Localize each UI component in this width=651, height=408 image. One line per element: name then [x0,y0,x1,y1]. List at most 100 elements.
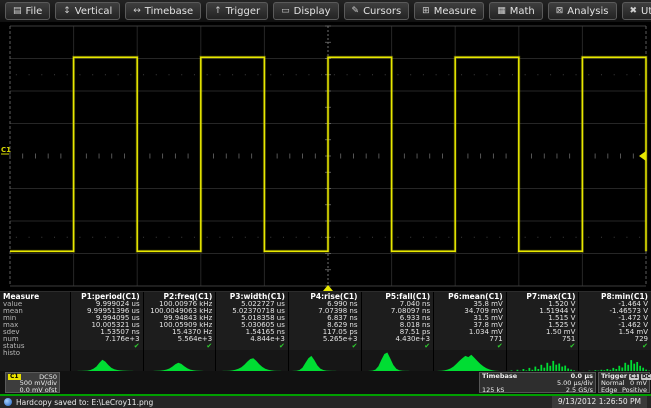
menu-label: Measure [434,6,477,17]
menu-vertical[interactable]: ↕Vertical [55,2,120,20]
p3-histogram [216,350,288,372]
row-label-max: max [0,322,70,329]
p6-min: 31.5 mV [434,315,506,322]
p3-max: 5.030605 us [216,322,288,329]
status-check-icon: ✔ [206,342,212,350]
row-label-min: min [0,315,70,322]
menu-label: Vertical [75,6,112,17]
p8-sdev: 1.54 mV [579,329,651,336]
channel-descriptor-c1[interactable]: C1 DC50 500 mV/div 0.0 mV ofst [5,372,60,393]
clock: 9/13/2012 1:26:50 PM [552,396,647,408]
p7-mean: 1.51944 V [507,308,579,315]
menu-analysis[interactable]: ⊠Analysis [548,2,617,20]
menu-label: Cursors [363,6,401,17]
measure-column-p8[interactable]: P8:min(C1)-1.464 V-1.46573 V-1.472 V-1.4… [578,292,651,372]
p1-max: 10.005321 us [71,322,143,329]
menu-display[interactable]: ▭ Display [273,2,338,20]
display-icon: ▭ [281,7,290,16]
measure-header-p2: P2:freq(C1) [144,292,216,301]
histogram-chart [216,350,288,372]
status-check-icon: ✔ [570,342,576,350]
p2-mean: 100.0049063 kHz [144,308,216,315]
measure-table: Measurevaluemeanminmaxsdevnumstatushisto… [0,291,651,371]
channel-offset: 0.0 mV ofst [6,387,59,394]
analysis-icon: ⊠ [556,7,564,16]
channel-ground-marker[interactable]: C1 [1,146,11,154]
histogram-chart [144,350,216,372]
menu-measure[interactable]: ⊞Measure [414,2,484,20]
trigger-level-marker[interactable] [639,151,646,161]
measure-column-p6[interactable]: P6:mean(C1)35.8 mV34.709 mV31.5 mV37.8 m… [433,292,506,372]
histogram-chart [289,350,361,372]
p2-sdev: 15.4370 Hz [144,329,216,336]
p7-value: 1.520 V [507,301,579,308]
p2-min: 99.94843 kHz [144,315,216,322]
oscilloscope-screen: ▤ File ↕Vertical ↔Timebase ↑ Trigger ▭ Display ✎… [0,0,651,408]
p4-value: 6.990 ns [289,301,361,308]
p8-mean: -1.46573 V [579,308,651,315]
file-icon: ▤ [13,7,22,16]
measure-table-title: Measure [0,292,70,301]
menu-trigger[interactable]: ↑ Trigger [206,2,268,20]
measure-row-labels: Measurevaluemeanminmaxsdevnumstatushisto [0,292,70,372]
timebase-rate: 2.5 GS/s [566,387,593,394]
measure-column-p2[interactable]: P2:freq(C1)100.00976 kHz100.0049063 kHz9… [143,292,216,372]
menu-label: File [26,6,43,17]
row-label-mean: mean [0,308,70,315]
p2-histogram [144,350,216,372]
menu-cursors[interactable]: ✎Cursors [344,2,410,20]
p8-min: -1.472 V [579,315,651,322]
p6-sdev: 1.034 mV [434,329,506,336]
row-label-histo: histo [0,350,70,372]
p7-sdev: 1.50 mV [507,329,579,336]
measure-header-p3: P3:width(C1) [216,292,288,301]
p5-histogram [362,350,434,372]
menu-label: Trigger [226,6,261,17]
menu-label: Timebase [145,6,193,17]
histogram-chart [579,350,651,372]
timebase-samples: 125 kS [482,387,504,394]
p7-num: 751 [507,336,579,343]
p3-num: 4.844e+3 [216,336,288,343]
utilities-icon: ✖ [630,7,638,16]
status-check-icon: ✔ [642,342,648,350]
measure-header-p6: P6:mean(C1) [434,292,506,301]
trigger-descriptor[interactable]: Trigger C1 DC Normal 0 mV Edge Positive [598,372,650,393]
graticule-and-trace: C1 [0,22,651,292]
p8-status: ✔ [579,343,651,350]
measure-column-p3[interactable]: P3:width(C1)5.022727 us5.02370718 us5.01… [215,292,288,372]
p5-mean: 7.08097 ns [362,308,434,315]
p8-max: -1.462 V [579,322,651,329]
measure-column-p7[interactable]: P7:max(C1)1.520 V1.51944 V1.515 V1.525 V… [506,292,579,372]
menu-file[interactable]: ▤ File [5,2,50,20]
measure-column-p5[interactable]: P5:fall(C1)7.040 ns7.08097 ns6.933 ns8.0… [361,292,434,372]
row-label-value: value [0,301,70,308]
p2-status: ✔ [144,343,216,350]
trigger-icon: ↑ [214,7,222,16]
p7-status: ✔ [507,343,579,350]
p8-num: 729 [579,336,651,343]
p4-min: 6.837 ns [289,315,361,322]
measure-column-p1[interactable]: P1:period(C1)9.999024 us9.99951396 us9.9… [70,292,143,372]
histogram-chart [71,350,143,372]
menu-math[interactable]: ▦Math [489,2,543,20]
menu-label: Display [294,6,331,17]
menu-utilities[interactable]: ✖Utilities [622,2,651,20]
waveform-display[interactable]: C1 [0,22,651,292]
p4-mean: 7.07398 ns [289,308,361,315]
hardcopy-icon [4,398,12,406]
timebase-descriptor[interactable]: Timebase 0.0 µs 5.00 µs/div 125 kS 2.5 G… [479,372,596,393]
measure-header-p7: P7:max(C1) [507,292,579,301]
measure-column-p4[interactable]: P4:rise(C1)6.990 ns7.07398 ns6.837 ns8.6… [288,292,361,372]
p5-num: 4.430e+3 [362,336,434,343]
timebase-label: Timebase [482,373,517,380]
bottom-bar: C1 DC50 500 mV/div 0.0 mV ofst Timebase … [0,371,651,394]
p2-value: 100.00976 kHz [144,301,216,308]
p5-value: 7.040 ns [362,301,434,308]
p4-status: ✔ [289,343,361,350]
p8-value: -1.464 V [579,301,651,308]
menu-label: Analysis [567,6,608,17]
p7-histogram [507,350,579,372]
menu-timebase[interactable]: ↔Timebase [125,2,201,20]
p6-value: 35.8 mV [434,301,506,308]
